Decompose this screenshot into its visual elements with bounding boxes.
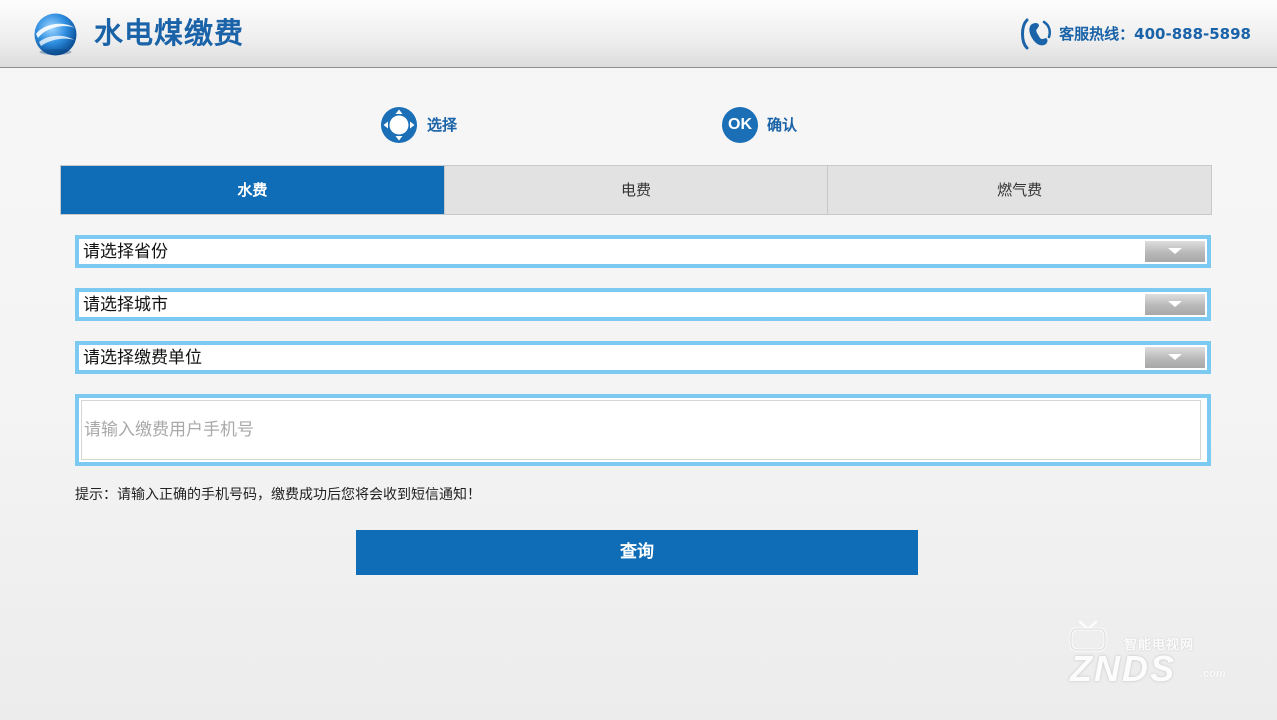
dpad-navigation-icon [381,107,417,143]
chevron-down-icon[interactable] [1145,294,1205,315]
confirm-hint: OK 确认 [722,106,797,144]
watermark-main-text: ZNDS [1070,648,1176,689]
header-bar: 水电煤缴费 客服热线：400-888-5898 [0,0,1277,68]
city-select[interactable]: 请选择城市 [75,288,1211,321]
confirm-hint-label: 确认 [767,116,798,134]
app-title: 水电煤缴费 [94,16,245,50]
payment-unit-select-value: 请选择缴费单位 [83,348,202,368]
hint-text: 提示：请输入正确的手机号码，缴费成功后您将会收到短信通知！ [75,487,481,503]
chevron-down-icon[interactable] [1145,241,1205,262]
phone-input-container [75,394,1211,466]
phone-number-input[interactable] [81,400,1201,460]
hotline-text: 客服热线：400-888-5898 [1059,25,1251,43]
watermark-suffix: .com [1200,668,1226,680]
province-select[interactable]: 请选择省份 [75,235,1211,268]
bill-type-tabs: 水费 电费 燃气费 [60,165,1212,215]
city-select-value: 请选择城市 [83,295,168,315]
globe-logo-icon [34,13,77,56]
tab-electricity[interactable]: 电费 [444,166,829,214]
chevron-down-icon[interactable] [1145,347,1205,368]
znds-watermark: 智能电视网 ZNDS .com [1062,618,1237,690]
tab-gas[interactable]: 燃气费 [828,166,1212,214]
customer-service-hotline: 客服热线：400-888-5898 [1017,16,1251,52]
province-select-value: 请选择省份 [83,242,168,262]
select-hint-label: 选择 [427,116,458,134]
phone-icon [1021,18,1052,50]
ok-button-icon: OK [722,107,758,143]
select-hint: 选择 [380,106,457,144]
payment-unit-select[interactable]: 请选择缴费单位 [75,341,1211,374]
query-button[interactable]: 查询 [356,530,918,575]
tab-water[interactable]: 水费 [61,166,445,214]
